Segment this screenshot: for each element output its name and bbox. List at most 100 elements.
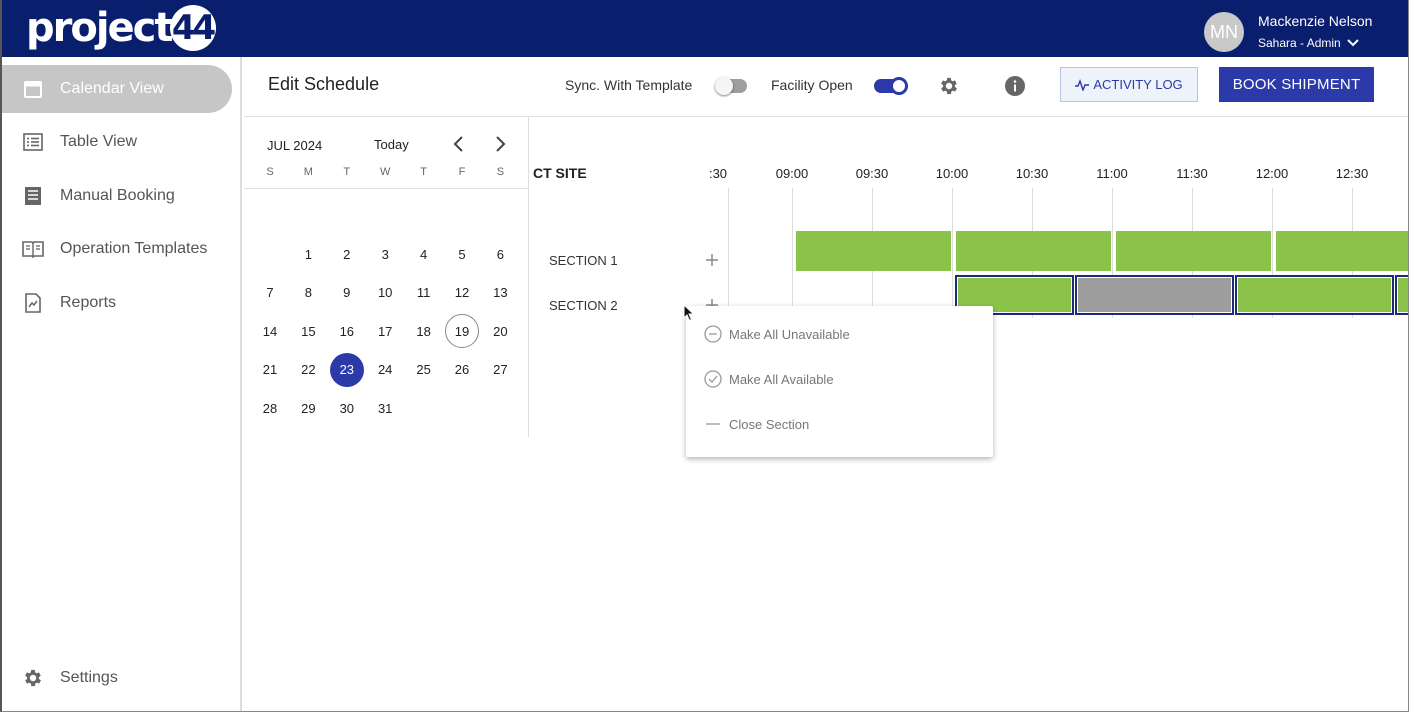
calendar-day[interactable]: 8 [291, 276, 325, 310]
calendar-day[interactable]: 10 [368, 276, 402, 310]
user-role-dropdown[interactable]: Sahara - Admin [1258, 36, 1359, 50]
time-label: 10:30 [1015, 166, 1049, 181]
calendar-day[interactable]: 9 [330, 276, 364, 310]
time-grid-line [952, 188, 953, 318]
make-all-unavailable-item[interactable]: Make All Unavailable [704, 322, 850, 346]
sidebar-item-manual-booking[interactable]: Manual Booking [2, 172, 232, 220]
calendar-day[interactable]: 15 [291, 314, 325, 348]
toggle-knob [890, 77, 908, 95]
time-slot-available[interactable] [1116, 231, 1271, 271]
calendar-day[interactable]: 2 [330, 237, 364, 271]
user-name: Mackenzie Nelson [1258, 13, 1373, 29]
weekday-label: S [266, 166, 274, 178]
calendar-day[interactable]: 13 [483, 276, 517, 310]
info-button[interactable] [1004, 75, 1026, 97]
next-month-button[interactable] [492, 135, 508, 153]
calendar-day[interactable]: 17 [368, 314, 402, 348]
sidebar-item-settings[interactable]: Settings [2, 654, 232, 702]
previous-month-button[interactable] [451, 135, 467, 153]
calendar-day[interactable]: 6 [483, 237, 517, 271]
toggle-knob [715, 77, 733, 95]
time-slot-available[interactable] [796, 231, 951, 271]
weekday-label: M [303, 166, 313, 178]
today-button[interactable]: Today [374, 137, 409, 152]
calendar-day[interactable]: 16 [330, 314, 364, 348]
weekday-label: S [496, 166, 505, 178]
calendar-day[interactable]: 11 [407, 276, 441, 310]
chevron-left-icon [453, 136, 463, 152]
list-icon [22, 131, 44, 153]
activity-icon [1075, 78, 1090, 91]
avatar[interactable]: MN [1204, 12, 1244, 52]
top-bar: project 44 MN Mackenzie Nelson Sahara - … [2, 0, 1408, 57]
settings-gear-button[interactable] [938, 75, 960, 97]
menu-item-label: Make All Unavailable [729, 326, 850, 342]
calendar-day[interactable]: 21 [253, 353, 287, 387]
calendar-day[interactable]: 22 [291, 353, 325, 387]
mouse-cursor-icon [683, 304, 695, 322]
time-label: 12:00 [1255, 166, 1289, 181]
sidebar-item-table-view[interactable]: Table View [2, 118, 232, 166]
time-slot-available[interactable] [1276, 231, 1408, 271]
sidebar-item-label: Reports [60, 294, 117, 311]
section-context-menu: Make All Unavailable Make All Available … [686, 306, 993, 457]
calendar-day[interactable]: 27 [483, 353, 517, 387]
sidebar-item-label: Calendar View [60, 80, 164, 97]
time-slot-available[interactable] [956, 231, 1111, 271]
calendar-day[interactable]: 5 [445, 237, 479, 271]
section-label: SECTION 2 [549, 298, 618, 313]
weekday-label: F [458, 166, 466, 178]
calendar-day[interactable]: 28 [253, 391, 287, 425]
plus-icon [706, 254, 718, 266]
page-title: Edit Schedule [268, 74, 380, 94]
sidebar-item-operation-templates[interactable]: Operation Templates [2, 225, 232, 273]
time-slot-available[interactable] [1395, 275, 1408, 315]
calendar-day[interactable]: 23 [329, 352, 364, 387]
activity-log-button[interactable]: ACTIVITY LOG [1060, 67, 1198, 102]
sidebar-item-label: Operation Templates [60, 240, 208, 257]
calendar-day[interactable]: 12 [445, 276, 479, 310]
calendar-day[interactable]: 25 [407, 353, 441, 387]
time-grid-line [792, 188, 793, 318]
close-section-item[interactable]: Close Section [704, 412, 809, 436]
logo-text: project [26, 5, 174, 51]
calendar-day[interactable]: 29 [291, 391, 325, 425]
time-label: 10:00 [935, 166, 969, 181]
project44-logo[interactable]: project 44 [26, 4, 216, 52]
calendar-day[interactable]: 19 [445, 314, 479, 349]
calendar-day[interactable]: 3 [368, 237, 402, 271]
calendar-day[interactable]: 1 [291, 237, 325, 271]
book-shipment-button[interactable]: BOOK SHIPMENT [1219, 67, 1374, 102]
time-slot-available[interactable] [1235, 275, 1394, 315]
calendar-day[interactable]: 7 [253, 276, 287, 310]
calendar-month-label: JUL 2024 [267, 138, 323, 153]
sidebar-item-reports[interactable]: Reports [2, 279, 232, 327]
facility-open-toggle[interactable] [874, 77, 908, 95]
calendar-day[interactable]: 26 [445, 353, 479, 387]
sidebar-item-calendar-view[interactable]: Calendar View [2, 65, 232, 113]
weekday-label: T [343, 166, 351, 178]
calendar-day[interactable]: 4 [407, 237, 441, 271]
sync-template-toggle[interactable] [715, 77, 747, 95]
document-icon [22, 185, 44, 207]
calendar-day[interactable]: 20 [483, 314, 517, 348]
chevron-right-icon [496, 136, 506, 152]
time-label: 12:30 [1335, 166, 1369, 181]
calendar-day[interactable]: 30 [330, 391, 364, 425]
calendar-day[interactable]: 31 [368, 391, 402, 425]
time-slot-unavailable[interactable] [1075, 275, 1234, 315]
weekday-label: W [379, 166, 391, 178]
app-window: project 44 MN Mackenzie Nelson Sahara - … [0, 0, 1409, 712]
gear-icon [941, 77, 957, 95]
chevron-down-icon [1347, 39, 1359, 47]
time-grid-line [728, 188, 729, 318]
time-label: 09:00 [775, 166, 809, 181]
mini-calendar: JUL 2024 Today SMTWTFS 1 2 3 4 5 6 7 8 9 10 11 12 13… [244, 117, 529, 437]
calendar-day[interactable]: 24 [368, 353, 402, 387]
calendar-day[interactable]: 18 [407, 314, 441, 348]
site-label: CT SITE [533, 165, 587, 181]
make-all-available-item[interactable]: Make All Available [704, 367, 834, 391]
section-1-add-button[interactable] [704, 252, 720, 268]
menu-item-label: Close Section [729, 416, 810, 432]
calendar-day[interactable]: 14 [253, 314, 287, 348]
